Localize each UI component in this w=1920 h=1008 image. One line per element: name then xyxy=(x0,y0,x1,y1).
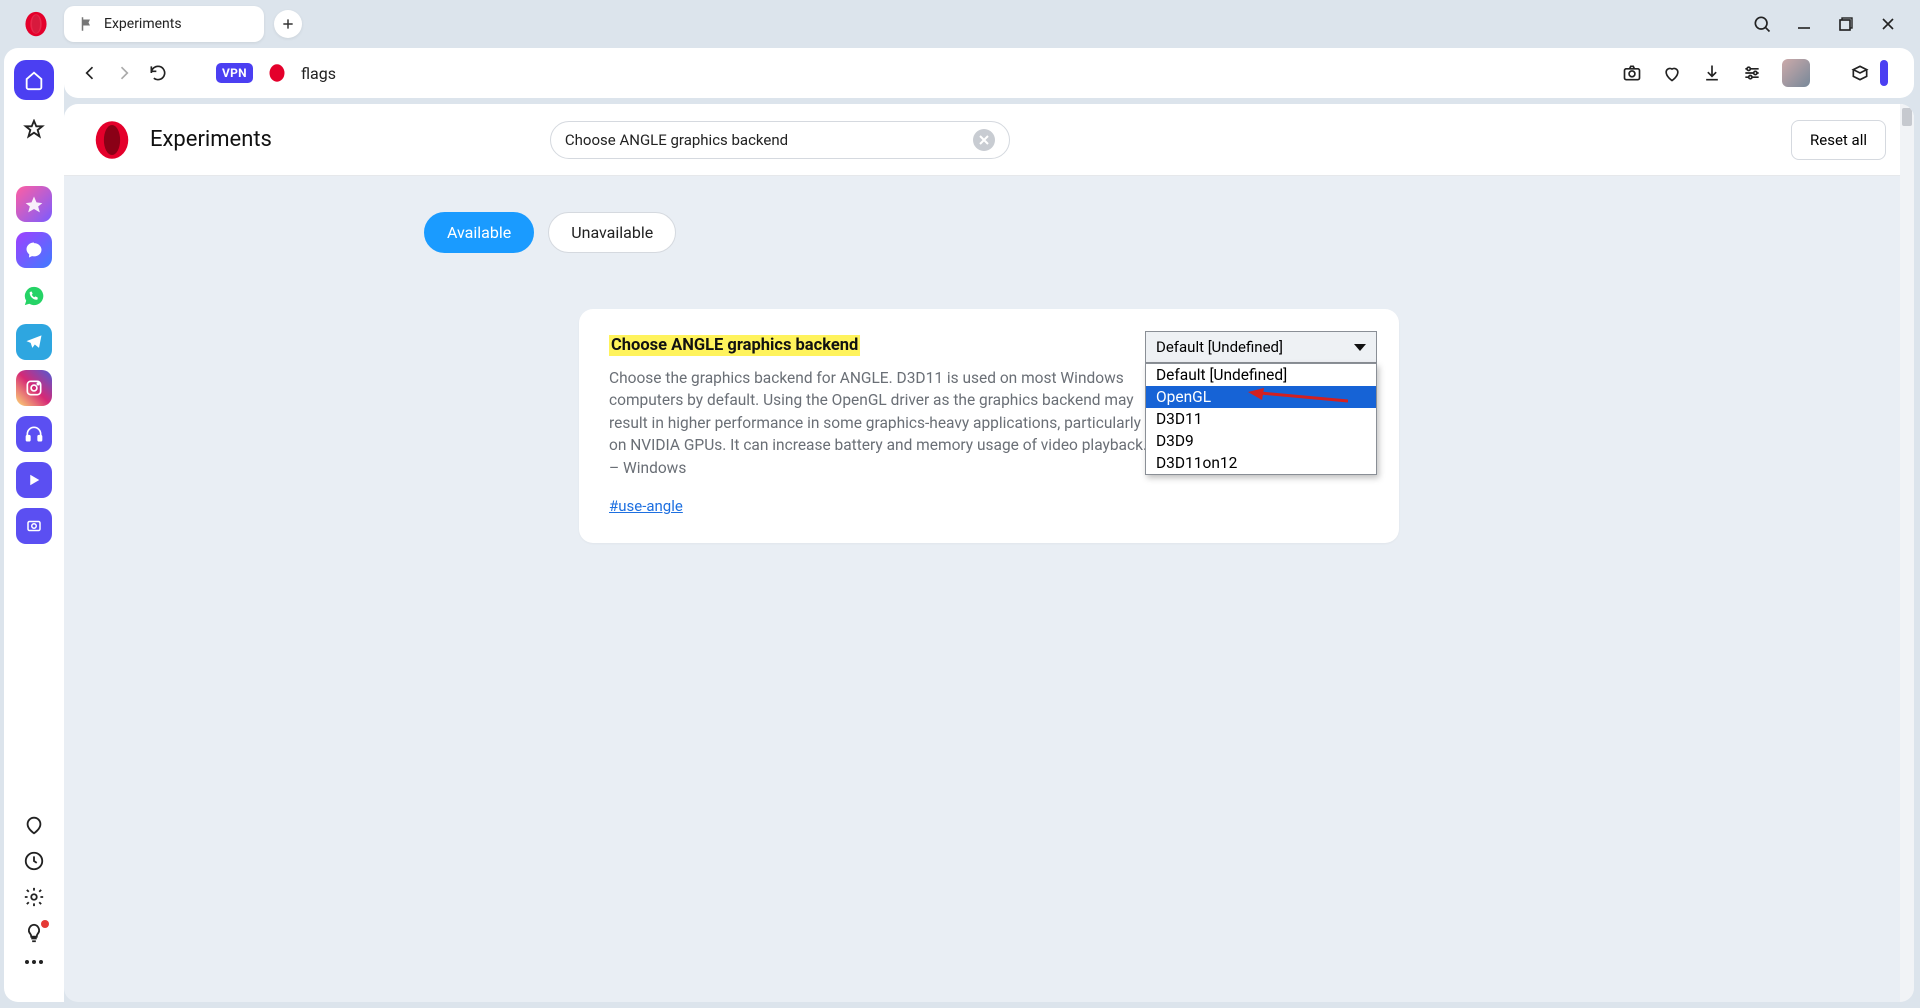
tab-unavailable[interactable]: Unavailable xyxy=(548,212,676,253)
page-header: Experiments Reset all xyxy=(64,104,1914,176)
notification-dot xyxy=(41,920,49,928)
page: Experiments Reset all Available Unavaila… xyxy=(64,104,1914,1002)
back-button[interactable] xyxy=(80,63,100,83)
messenger-icon[interactable] xyxy=(16,232,52,268)
select-option[interactable]: OpenGL xyxy=(1146,386,1376,408)
tab-title: Experiments xyxy=(104,16,182,32)
pinboards-icon[interactable] xyxy=(23,814,45,836)
bookmarks-button[interactable] xyxy=(14,110,54,150)
select-value: Default [Undefined] xyxy=(1156,338,1283,356)
flag-card: Choose ANGLE graphics backend Choose the… xyxy=(579,309,1399,543)
screenshot-icon[interactable] xyxy=(16,508,52,544)
vpn-badge[interactable]: VPN xyxy=(216,63,253,83)
clear-search-icon[interactable] xyxy=(973,129,995,151)
telegram-icon[interactable] xyxy=(16,324,52,360)
select-option[interactable]: Default [Undefined] xyxy=(1146,364,1376,386)
tab-available[interactable]: Available xyxy=(424,212,534,253)
heart-icon[interactable] xyxy=(1662,63,1682,83)
new-tab-button[interactable] xyxy=(274,10,302,38)
select-option[interactable]: D3D9 xyxy=(1146,430,1376,452)
site-opera-icon xyxy=(267,63,287,83)
instagram-icon[interactable] xyxy=(16,370,52,406)
flag-description: Choose the graphics backend for ANGLE. D… xyxy=(609,367,1149,479)
sidebar xyxy=(4,48,64,1002)
player-icon[interactable] xyxy=(16,462,52,498)
select-button[interactable]: Default [Undefined] xyxy=(1145,331,1377,363)
sidebar-extensions-pill[interactable] xyxy=(1880,60,1888,86)
select-option[interactable]: D3D11on12 xyxy=(1146,452,1376,474)
page-body: Available Unavailable Choose ANGLE graph… xyxy=(64,176,1914,1002)
flag-permalink[interactable]: #use-angle xyxy=(609,497,683,515)
tips-icon[interactable] xyxy=(23,922,45,944)
select-option[interactable]: D3D11 xyxy=(1146,408,1376,430)
settings-icon[interactable] xyxy=(23,886,45,908)
flag-title: Choose ANGLE graphics backend xyxy=(609,335,860,356)
aria-icon[interactable] xyxy=(16,186,52,222)
annotation-arrow-icon xyxy=(1248,388,1348,406)
profile-avatar[interactable] xyxy=(1782,59,1810,87)
more-icon[interactable] xyxy=(23,958,45,980)
reset-all-button[interactable]: Reset all xyxy=(1791,120,1886,160)
filter-tabs: Available Unavailable xyxy=(424,212,676,253)
page-title: Experiments xyxy=(150,127,272,152)
minimize-button[interactable] xyxy=(1794,14,1814,34)
chevron-down-icon xyxy=(1354,344,1366,351)
flag-select: Default [Undefined] Default [Undefined]O… xyxy=(1145,331,1377,363)
browser-tab[interactable]: Experiments xyxy=(64,6,264,42)
address-text[interactable]: flags xyxy=(301,64,336,83)
search-box[interactable] xyxy=(550,121,1010,159)
search-input[interactable] xyxy=(565,131,963,149)
scrollbar-thumb[interactable] xyxy=(1902,108,1912,126)
opera-logo-icon xyxy=(92,120,132,160)
titlebar: Experiments xyxy=(0,0,1920,48)
extensions-icon[interactable] xyxy=(1850,63,1870,83)
snapshot-icon[interactable] xyxy=(1622,63,1642,83)
reload-button[interactable] xyxy=(148,63,168,83)
forward-button[interactable] xyxy=(114,63,134,83)
opera-menu-button[interactable] xyxy=(20,8,52,40)
headphones-icon[interactable] xyxy=(16,416,52,452)
easy-setup-icon[interactable] xyxy=(1742,63,1762,83)
scrollbar[interactable] xyxy=(1900,104,1914,1002)
flag-icon xyxy=(78,15,96,33)
close-button[interactable] xyxy=(1878,14,1898,34)
maximize-button[interactable] xyxy=(1836,14,1856,34)
history-icon[interactable] xyxy=(23,850,45,872)
downloads-icon[interactable] xyxy=(1702,63,1722,83)
address-bar: VPN flags xyxy=(64,48,1914,98)
whatsapp-icon[interactable] xyxy=(16,278,52,314)
select-dropdown: Default [Undefined]OpenGLD3D11D3D9D3D11o… xyxy=(1145,363,1377,475)
home-button[interactable] xyxy=(14,60,54,100)
search-tabs-icon[interactable] xyxy=(1752,14,1772,34)
extensions-panel xyxy=(1840,54,1898,92)
